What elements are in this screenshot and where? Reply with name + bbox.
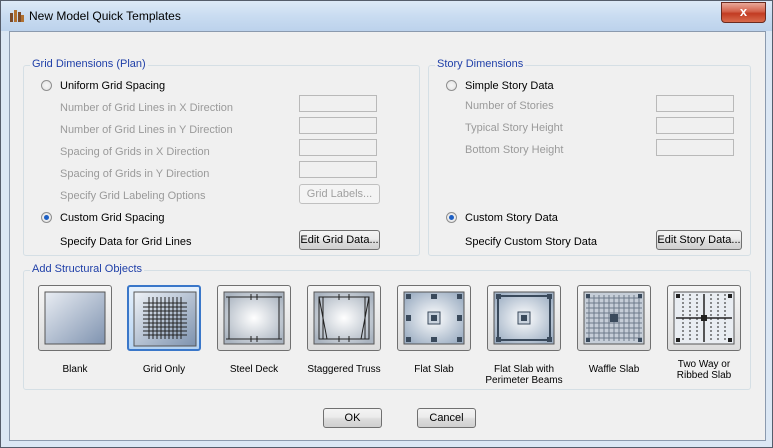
grid-labeling-label: Specify Grid Labeling Options [60,190,206,202]
template-ribbed-slab[interactable] [667,285,741,351]
template-flat-slab[interactable] [397,285,471,351]
edit-grid-data-button[interactable]: Edit Grid Data... [299,230,380,250]
radio-icon[interactable] [41,80,52,91]
spacing-y-input[interactable] [299,161,377,178]
template-label: Blank [62,364,88,375]
template-label: Two Way or Ribbed Slab [676,359,732,381]
number-of-stories-label: Number of Stories [465,100,554,112]
spacing-y-label: Spacing of Grids in Y Direction [60,168,210,180]
grid-lines-y-label: Number of Grid Lines in Y Direction [60,124,233,136]
simple-story-label: Simple Story Data [465,80,554,92]
edit-story-data-button[interactable]: Edit Story Data... [656,230,742,250]
grid-specify-label: Specify Data for Grid Lines [60,236,192,248]
number-of-stories-input[interactable] [656,95,734,112]
blank-icon [44,291,106,345]
grid-only-icon [133,291,197,347]
spacing-x-label: Spacing of Grids in X Direction [60,146,210,158]
radio-selected-icon[interactable] [446,212,457,223]
template-staggered-truss[interactable] [307,285,381,351]
custom-story-label: Custom Story Data [465,212,558,224]
template-label: Flat Slab with Perimeter Beams [485,364,563,386]
flat-slab-icon [403,291,465,345]
template-blank[interactable] [38,285,112,351]
custom-grid-label: Custom Grid Spacing [60,212,165,224]
template-grid-only[interactable] [127,285,201,351]
template-flat-slab-perimeter[interactable] [487,285,561,351]
radio-icon[interactable] [446,80,457,91]
template-steel-deck[interactable] [217,285,291,351]
template-label: Staggered Truss [307,364,381,375]
template-waffle-slab[interactable] [577,285,651,351]
typical-story-height-label: Typical Story Height [465,122,563,134]
story-specify-label: Specify Custom Story Data [465,236,598,248]
grid-lines-x-input[interactable] [299,95,377,112]
story-dimensions-group: Story Dimensions Simple Story Data Numbe… [428,58,751,256]
structural-objects-title: Add Structural Objects [30,263,145,275]
grid-labels-button[interactable]: Grid Labels... [299,184,380,204]
grid-lines-x-label: Number of Grid Lines in X Direction [60,102,234,114]
template-label: Waffle Slab [588,364,640,375]
template-label: Steel Deck [229,364,279,375]
app-icon [10,10,24,22]
uniform-grid-label: Uniform Grid Spacing [60,80,166,92]
grid-lines-y-input[interactable] [299,117,377,134]
template-label: Grid Only [142,364,186,375]
grid-dimensions-title: Grid Dimensions (Plan) [30,58,148,70]
window-title: New Model Quick Templates [29,9,181,23]
dialog-body: Grid Dimensions (Plan) Uniform Grid Spac… [9,31,766,441]
bottom-story-height-input[interactable] [656,139,734,156]
radio-selected-icon[interactable] [41,212,52,223]
typical-story-height-input[interactable] [656,117,734,134]
staggered-truss-icon [313,291,375,345]
steel-deck-icon [223,291,285,345]
title-bar[interactable]: New Model Quick Templates x [1,1,772,31]
dialog-window: New Model Quick Templates x Grid Dimensi… [0,0,773,448]
close-button[interactable]: x [721,2,766,23]
story-dimensions-title: Story Dimensions [435,58,526,70]
ribbed-slab-icon [673,291,735,345]
cancel-button[interactable]: Cancel [417,408,476,428]
ok-button[interactable]: OK [323,408,382,428]
grid-dimensions-group: Grid Dimensions (Plan) Uniform Grid Spac… [23,58,420,256]
waffle-slab-icon [583,291,645,345]
spacing-x-input[interactable] [299,139,377,156]
template-label: Flat Slab [414,364,454,375]
bottom-story-height-label: Bottom Story Height [465,144,564,156]
flat-slab-perimeter-icon [493,291,555,345]
